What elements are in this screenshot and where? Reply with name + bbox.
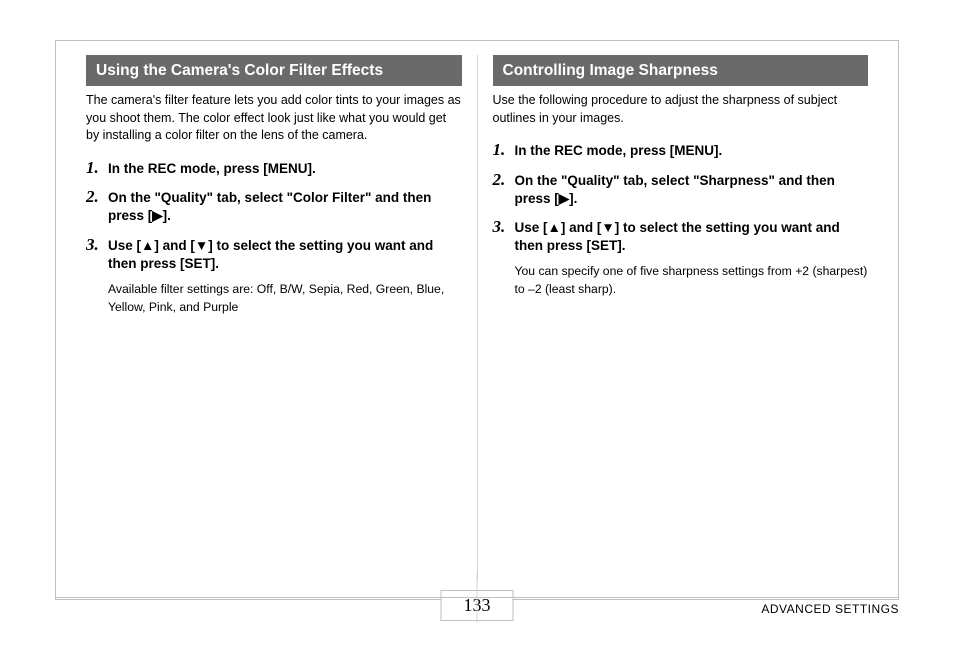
- step-text: In the REC mode, press [MENU].: [108, 159, 316, 178]
- step-note: You can specify one of five sharpness se…: [515, 263, 869, 298]
- left-column: Using the Camera's Color Filter Effects …: [76, 55, 472, 580]
- step-text: On the "Quality" tab, select "Color Filt…: [108, 188, 462, 225]
- step-item: 2. On the "Quality" tab, select "Color F…: [86, 188, 462, 225]
- step-text: On the "Quality" tab, select "Sharpness"…: [515, 171, 869, 208]
- manual-page: Using the Camera's Color Filter Effects …: [0, 0, 954, 646]
- column-divider: [477, 55, 478, 580]
- step-number: 3.: [86, 236, 108, 273]
- step-item: 1. In the REC mode, press [MENU].: [86, 159, 462, 178]
- step-item: 2. On the "Quality" tab, select "Sharpne…: [493, 171, 869, 208]
- section-heading-sharpness: Controlling Image Sharpness: [493, 55, 869, 86]
- intro-paragraph-left: The camera's filter feature lets you add…: [86, 92, 462, 145]
- footer-divider: [477, 573, 478, 623]
- step-number: 1.: [493, 141, 515, 160]
- step-number: 2.: [493, 171, 515, 208]
- step-item: 1. In the REC mode, press [MENU].: [493, 141, 869, 160]
- step-number: 1.: [86, 159, 108, 178]
- step-text: In the REC mode, press [MENU].: [515, 141, 723, 160]
- step-item: 3. Use [▲] and [▼] to select the setting…: [86, 236, 462, 273]
- intro-paragraph-right: Use the following procedure to adjust th…: [493, 92, 869, 127]
- step-item: 3. Use [▲] and [▼] to select the setting…: [493, 218, 869, 255]
- step-number: 2.: [86, 188, 108, 225]
- two-column-layout: Using the Camera's Color Filter Effects …: [76, 55, 878, 580]
- right-column: Controlling Image Sharpness Use the foll…: [483, 55, 879, 580]
- step-text: Use [▲] and [▼] to select the setting yo…: [515, 218, 869, 255]
- step-note: Available filter settings are: Off, B/W,…: [108, 281, 462, 316]
- section-heading-filter: Using the Camera's Color Filter Effects: [86, 55, 462, 86]
- step-number: 3.: [493, 218, 515, 255]
- step-text: Use [▲] and [▼] to select the setting yo…: [108, 236, 462, 273]
- footer-section-label: ADVANCED SETTINGS: [761, 602, 899, 616]
- content-frame: Using the Camera's Color Filter Effects …: [55, 40, 899, 600]
